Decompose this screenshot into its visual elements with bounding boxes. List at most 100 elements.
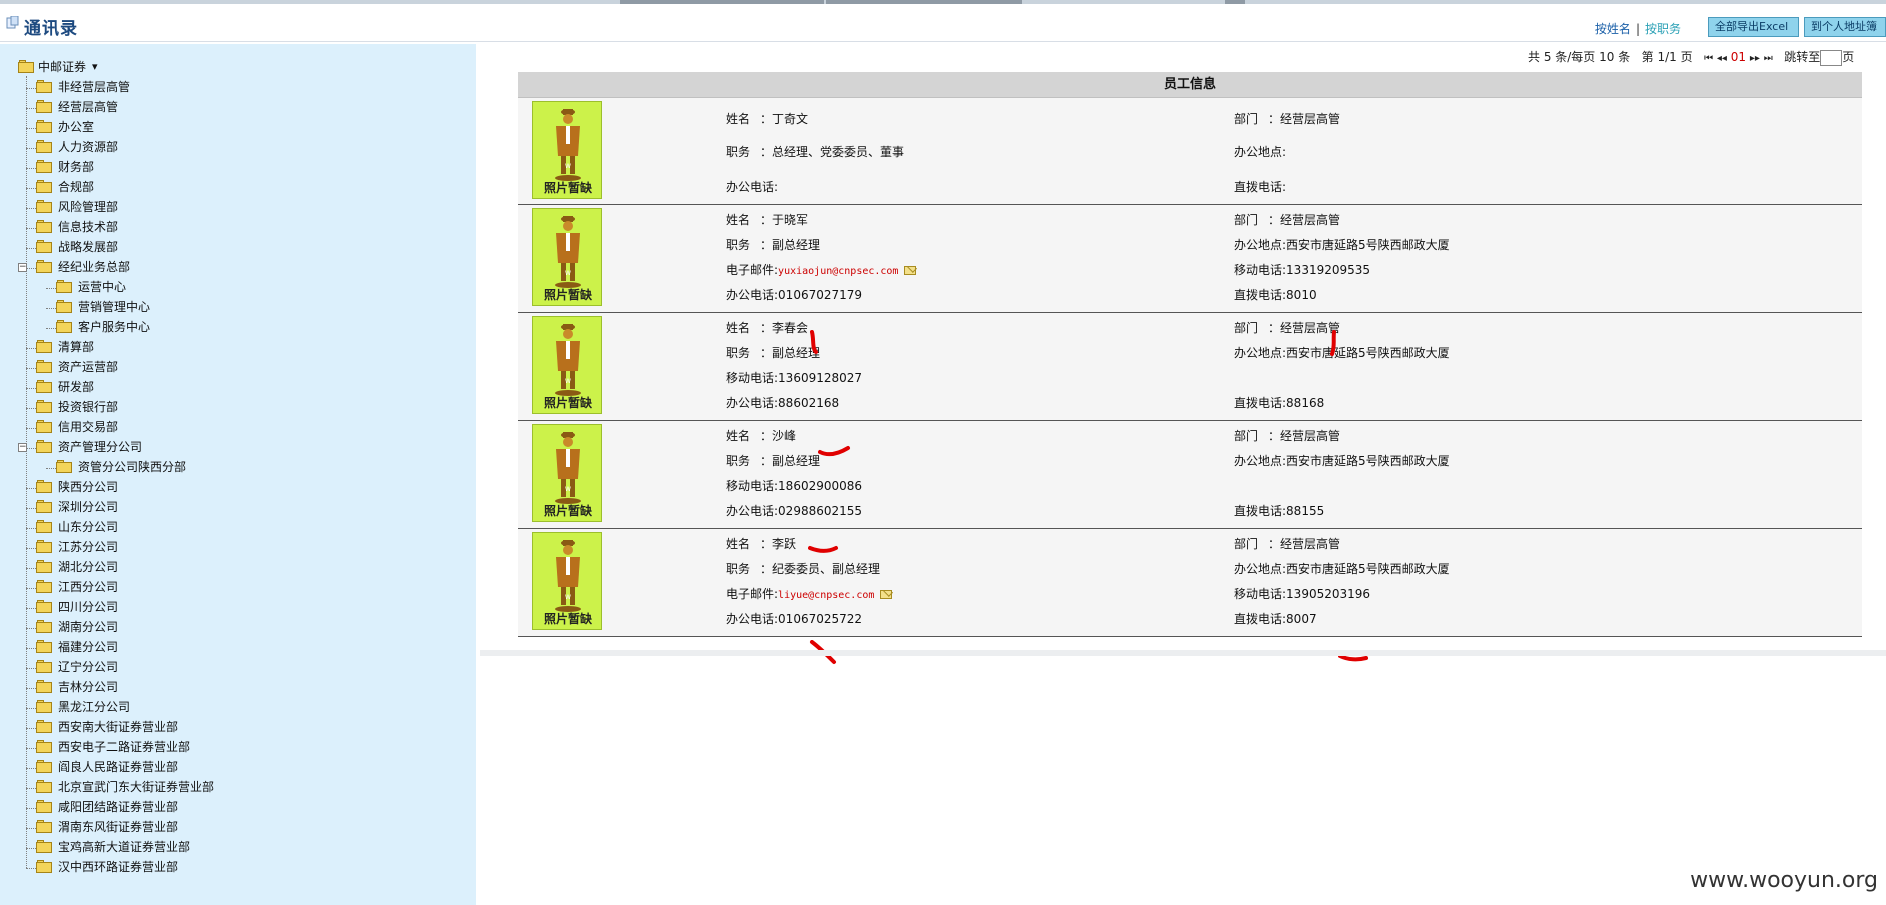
office-field: 办公地点:西安市唐延路5号陕西邮政大厦: [1234, 560, 1450, 577]
position-field: 职务 ：副总经理: [726, 344, 820, 361]
tree-item-label: 湖南分公司: [58, 620, 119, 634]
tree-item-label: 战略发展部: [58, 240, 119, 254]
office-phone-label: 办公电话:: [726, 180, 779, 194]
position-field: 职务 ：副总经理: [726, 452, 820, 469]
folder-icon: [36, 580, 53, 593]
tree-item-label: 北京宣武门东大街证券营业部: [58, 780, 215, 794]
folder-icon: [36, 780, 53, 793]
name-label: 姓名: [726, 321, 751, 335]
root-dropdown-icon[interactable]: ▾: [92, 58, 98, 76]
prev-page-icon[interactable]: ◂◂: [1717, 53, 1727, 64]
mail-icon[interactable]: [904, 266, 917, 275]
position-label: 职务: [726, 562, 751, 576]
office-phone-field: 办公电话:01067025722: [726, 610, 862, 627]
colon: ：: [760, 562, 773, 576]
employee-card: W 照片暂缺 姓名 ：李跃 部门 ：经营层高管 职务 ：纪委委员、副总经理 办公地点:西安市唐延…: [518, 529, 1862, 637]
redaction-mark: [810, 330, 818, 354]
direct-phone-label: 直拨电话:: [1234, 396, 1287, 410]
direct-phone-field: 直拨电话:: [1234, 178, 1286, 195]
photo-placeholder: W 照片暂缺: [532, 208, 602, 306]
position-value: 副总经理: [772, 454, 821, 468]
office-phone-value: 01067027179: [778, 288, 863, 302]
folder-icon: [36, 740, 53, 753]
tree-root-label: 中邮证券: [38, 60, 87, 74]
colon: ：: [1268, 213, 1281, 227]
direct-phone-field: 直拨电话:88168: [1234, 394, 1324, 411]
name-label: 姓名: [726, 112, 751, 126]
folder-icon: [36, 160, 53, 173]
first-page-icon[interactable]: ⏮: [1704, 53, 1713, 64]
tree-item-label: 研发部: [58, 380, 95, 394]
office-label: 办公地点:: [1234, 346, 1287, 360]
tree-item-label: 吉林分公司: [58, 680, 119, 694]
tree-item-label: 客户服务中心: [78, 320, 151, 334]
tree-connector: [26, 588, 36, 589]
folder-icon: [36, 660, 53, 673]
folder-icon: [36, 840, 53, 853]
tree-item-label: 运营中心: [78, 280, 127, 294]
position-label: 职务: [726, 454, 751, 468]
folder-icon: [36, 620, 53, 633]
folder-icon: [56, 300, 73, 313]
tree-item-label: 宝鸡高新大道证券营业部: [58, 840, 191, 854]
folder-icon: [36, 120, 53, 133]
position-label: 职务: [726, 346, 751, 360]
jump-label: 跳转至: [1784, 50, 1821, 64]
folder-icon: [36, 180, 53, 193]
mobile-value: 13905203196: [1286, 587, 1371, 601]
photo-placeholder: W 照片暂缺: [532, 316, 602, 414]
current-page[interactable]: 01: [1731, 50, 1746, 64]
tree-connector: [26, 248, 36, 249]
folder-icon: [36, 760, 53, 773]
tree-item-label: 财务部: [58, 160, 95, 174]
tree-connector: [26, 828, 36, 829]
email-value[interactable]: liyue@cnpsec.com: [778, 590, 874, 601]
colon: ：: [760, 346, 773, 360]
tree-connector: [46, 288, 56, 289]
sort-by-dept-link[interactable]: 按职务: [1645, 22, 1681, 36]
svg-text:W: W: [565, 163, 571, 170]
personal-address-book-button[interactable]: 到个人地址簿: [1804, 17, 1886, 37]
tree-connector: [26, 688, 36, 689]
tree-connector: [26, 108, 36, 109]
sort-by-name-link[interactable]: 按姓名: [1595, 22, 1631, 36]
mobile-field: 移动电话:13609128027: [726, 369, 862, 386]
direct-phone-label: 直拨电话:: [1234, 612, 1287, 626]
page-suffix: 页: [1842, 50, 1855, 64]
office-value: 西安市唐延路5号陕西邮政大厦: [1286, 562, 1450, 576]
position-value: 总经理、党委委员、董事: [772, 145, 905, 159]
jump-page-input[interactable]: [1820, 49, 1843, 66]
tree-item-label: 辽宁分公司: [58, 660, 119, 674]
next-page-icon[interactable]: ▸▸: [1750, 53, 1760, 64]
header: 通讯录 按姓名 | 按职务 全部导出Excel 到个人地址簿: [0, 4, 1886, 42]
tree-item-label: 非经营层高管: [58, 80, 131, 94]
photo-missing-caption: 照片暂缺: [543, 288, 592, 302]
mobile-field: 移动电话:18602900086: [726, 477, 862, 494]
office-field: 办公地点:西安市唐延路5号陕西邮政大厦: [1234, 452, 1450, 469]
tree-connector: [26, 488, 36, 489]
colon: ：: [1268, 112, 1281, 126]
employee-card: W 照片暂缺 姓名 ：于晓军 部门 ：经营层高管 职务 ：副总经理 办公地点:西安市唐延路5号陕…: [518, 205, 1862, 313]
dept-field: 部门 ：经营层高管: [1234, 535, 1340, 552]
folder-icon: [56, 280, 73, 293]
last-page-icon[interactable]: ⏭: [1764, 53, 1773, 64]
office-label: 办公地点:: [1234, 562, 1287, 576]
mail-icon[interactable]: [880, 590, 893, 599]
email-value[interactable]: yuxiaojun@cnpsec.com: [778, 266, 898, 277]
dept-label: 部门: [1234, 112, 1259, 126]
dept-value: 经营层高管: [1280, 112, 1341, 126]
header-links: 按姓名 | 按职务: [1595, 20, 1681, 37]
mobile-field: 移动电话:13319209535: [1234, 261, 1370, 278]
colon: ：: [760, 238, 773, 252]
export-excel-button[interactable]: 全部导出Excel: [1708, 17, 1799, 37]
tree-connector: [26, 388, 36, 389]
email-field: 电子邮件:liyue@cnpsec.com: [726, 585, 893, 602]
dept-field: 部门 ：经营层高管: [1234, 319, 1340, 336]
tree-item-label: 信用交易部: [58, 420, 119, 434]
folder-icon: [36, 560, 53, 573]
watermark: www.wooyun.org: [1690, 868, 1878, 893]
tree-item-label: 西安南大街证券营业部: [58, 720, 179, 734]
tree-connector: [26, 448, 36, 449]
folder-icon: [36, 640, 53, 653]
tree-connector: [26, 788, 36, 789]
